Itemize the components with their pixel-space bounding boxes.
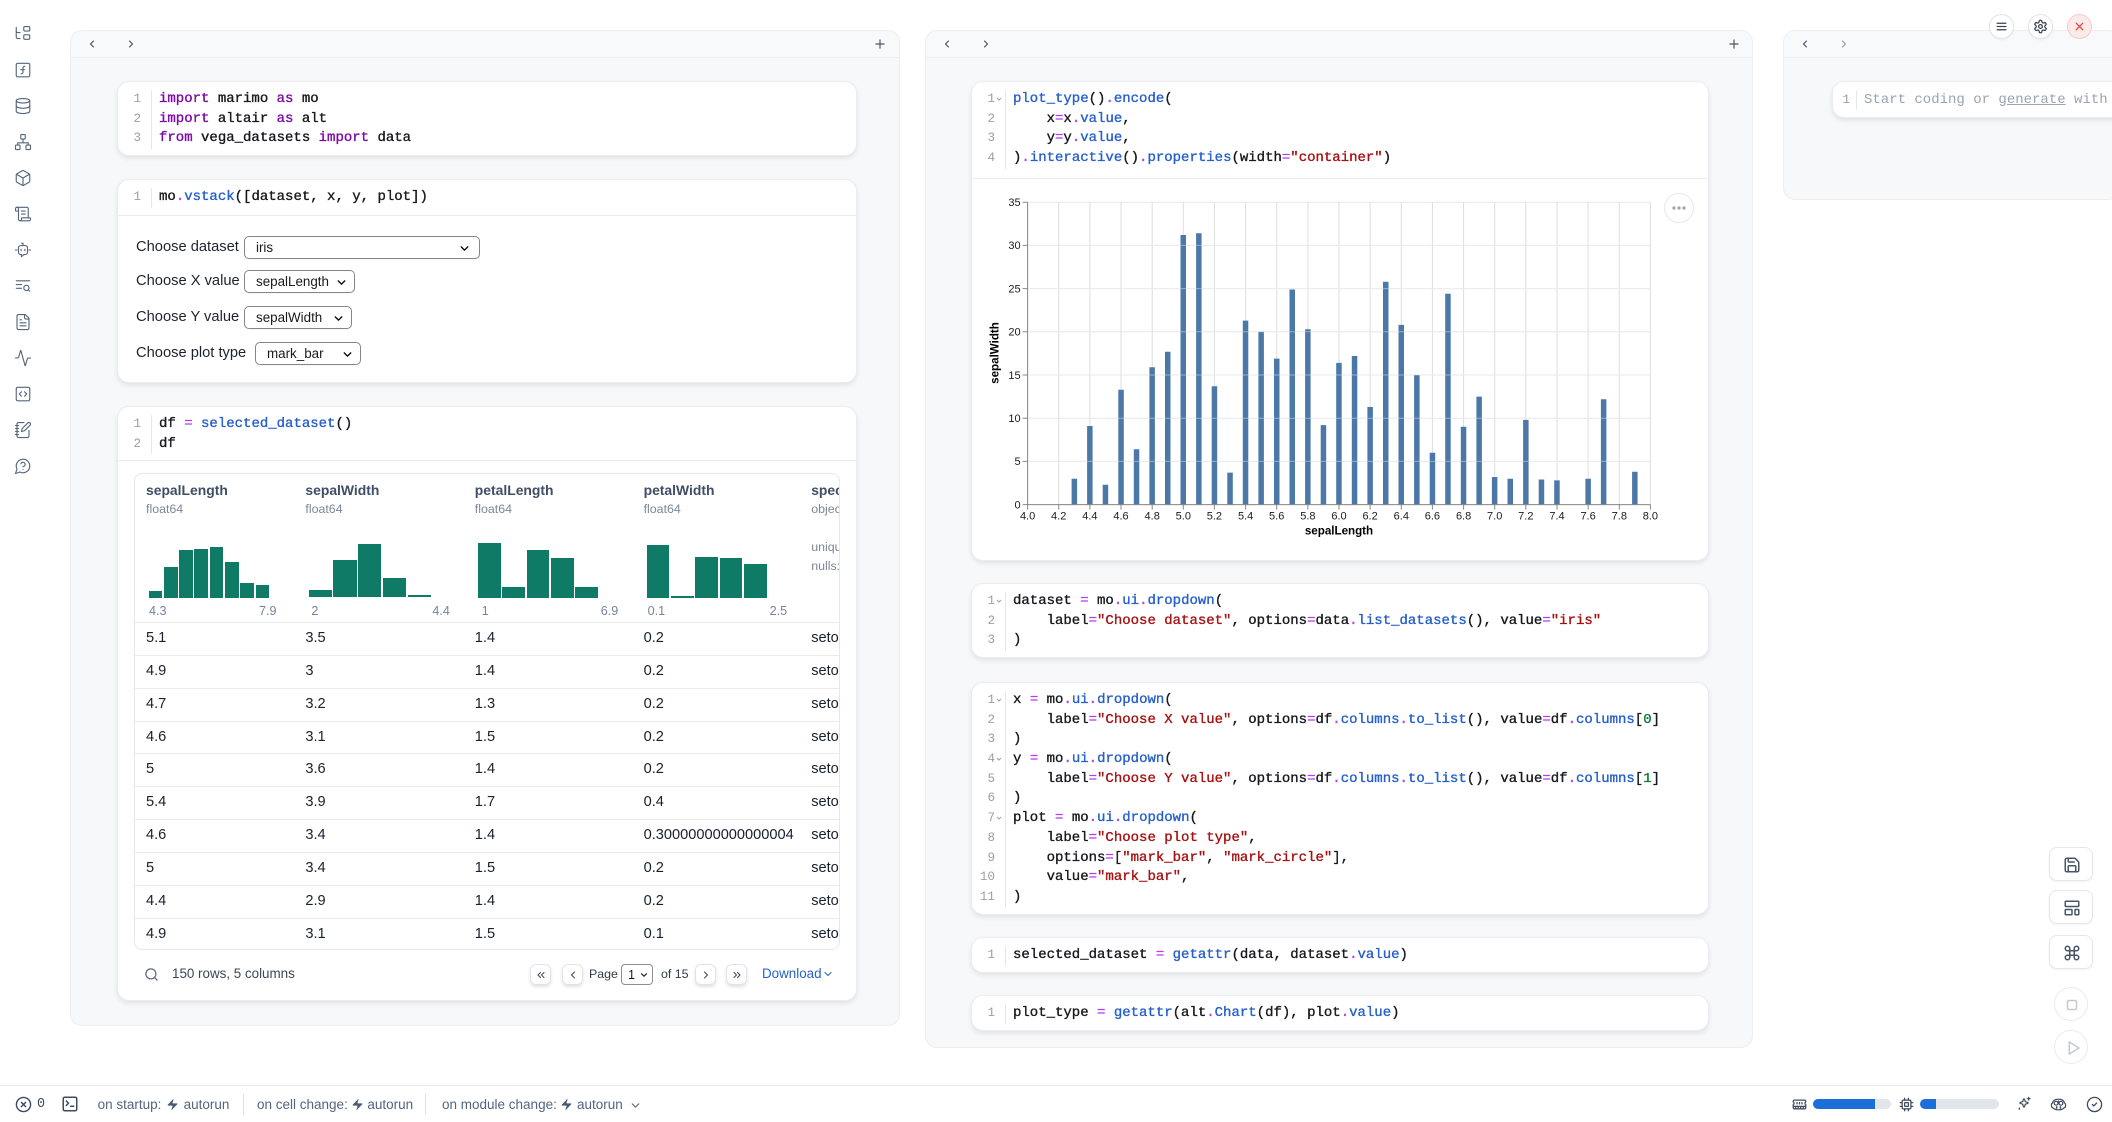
svg-text:7.2: 7.2 xyxy=(1518,511,1533,523)
svg-text:4.0: 4.0 xyxy=(1020,511,1035,523)
svg-text:4.6: 4.6 xyxy=(1113,511,1128,523)
svg-text:5.2: 5.2 xyxy=(1207,511,1222,523)
svg-text:5: 5 xyxy=(1014,456,1020,468)
svg-text:6.2: 6.2 xyxy=(1362,511,1377,523)
svg-text:6.6: 6.6 xyxy=(1425,511,1440,523)
svg-text:sepalLength: sepalLength xyxy=(1305,525,1373,538)
svg-text:sepalWidth: sepalWidth xyxy=(989,322,1002,384)
svg-text:30: 30 xyxy=(1008,240,1020,252)
svg-text:4.4: 4.4 xyxy=(1082,511,1097,523)
svg-text:35: 35 xyxy=(1008,197,1020,209)
svg-text:7.6: 7.6 xyxy=(1580,511,1595,523)
svg-text:6.8: 6.8 xyxy=(1456,511,1471,523)
svg-text:7.0: 7.0 xyxy=(1487,511,1502,523)
svg-text:7.4: 7.4 xyxy=(1549,511,1564,523)
svg-text:10: 10 xyxy=(1008,413,1020,425)
svg-text:6.4: 6.4 xyxy=(1394,511,1409,523)
svg-text:5.0: 5.0 xyxy=(1176,511,1191,523)
svg-text:15: 15 xyxy=(1008,370,1020,382)
svg-text:4.8: 4.8 xyxy=(1145,511,1160,523)
svg-text:5.4: 5.4 xyxy=(1238,511,1253,523)
svg-text:5.6: 5.6 xyxy=(1269,511,1284,523)
svg-text:4.2: 4.2 xyxy=(1051,511,1066,523)
svg-text:20: 20 xyxy=(1008,327,1020,339)
svg-text:5.8: 5.8 xyxy=(1300,511,1315,523)
svg-text:25: 25 xyxy=(1008,283,1020,295)
svg-text:6.0: 6.0 xyxy=(1331,511,1346,523)
svg-text:0: 0 xyxy=(1014,499,1020,511)
svg-text:7.8: 7.8 xyxy=(1612,511,1627,523)
svg-text:8.0: 8.0 xyxy=(1643,511,1658,523)
